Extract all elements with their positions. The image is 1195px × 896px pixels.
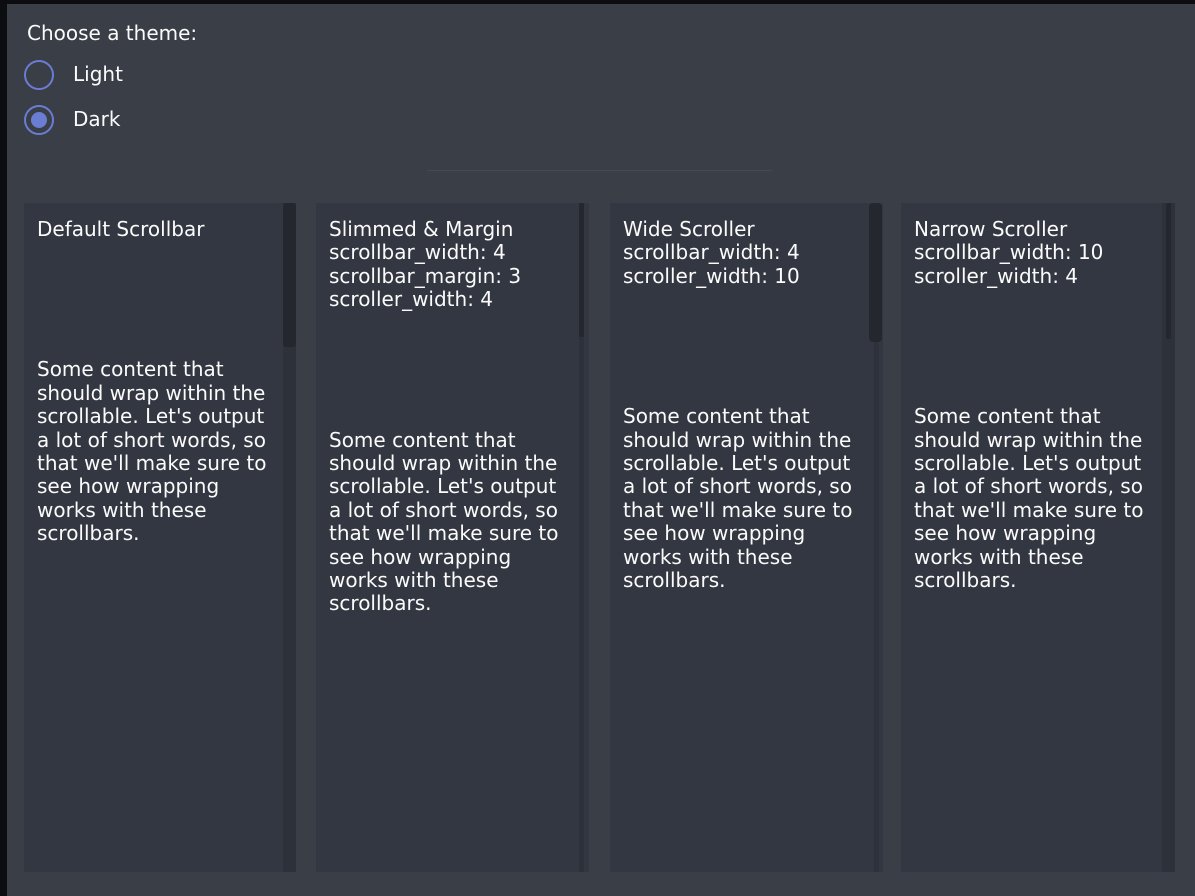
radio-label-light: Light <box>73 63 123 86</box>
panel-header: Default Scrollbar <box>37 218 281 241</box>
panel-header: Wide Scroller scrollbar_width: 4 scrolle… <box>623 218 867 288</box>
panel-param: scrollbar_width: 4 <box>329 241 573 264</box>
panel-title: Default Scrollbar <box>37 218 281 241</box>
radio-circle-icon[interactable] <box>24 60 54 90</box>
panel-param: scroller_width: 10 <box>623 265 867 288</box>
panel-param: scroller_width: 4 <box>914 265 1158 288</box>
radio-dot-unselected <box>31 67 47 83</box>
scrollbar-thumb[interactable] <box>1166 203 1171 339</box>
scrollable-panel-narrow-scroller[interactable]: Narrow Scroller scrollbar_width: 10 scro… <box>901 203 1175 872</box>
scrollable-panel-default[interactable]: Default Scrollbar Some content that shou… <box>24 203 296 872</box>
radio-option-dark[interactable]: Dark <box>24 105 120 135</box>
radio-circle-icon[interactable] <box>24 105 54 135</box>
scrollbar-thumb[interactable] <box>283 203 296 347</box>
panel-header: Narrow Scroller scrollbar_width: 10 scro… <box>914 218 1158 288</box>
panel-param: scroller_width: 4 <box>329 288 573 311</box>
panel-title: Slimmed & Margin <box>329 218 573 241</box>
radio-option-light[interactable]: Light <box>24 60 123 90</box>
scrollbar-thumb[interactable] <box>579 203 584 337</box>
theme-chooser-label: Choose a theme: <box>27 22 197 45</box>
vertical-spacer <box>37 241 296 358</box>
panel-body-text: Some content that should wrap within the… <box>914 405 1158 592</box>
vertical-spacer <box>623 288 883 405</box>
scrollbar-thumb[interactable] <box>869 203 882 342</box>
vertical-spacer <box>329 312 589 429</box>
panel-title: Wide Scroller <box>623 218 867 241</box>
scrollable-panel-slimmed[interactable]: Slimmed & Margin scrollbar_width: 4 scro… <box>316 203 589 872</box>
panel-header: Slimmed & Margin scrollbar_width: 4 scro… <box>329 218 573 312</box>
radio-dot-selected <box>31 112 47 128</box>
vertical-spacer <box>914 288 1175 405</box>
scrollable-panel-wide-scroller[interactable]: Wide Scroller scrollbar_width: 4 scrolle… <box>610 203 883 872</box>
panel-title: Narrow Scroller <box>914 218 1158 241</box>
panel-body-text: Some content that should wrap within the… <box>37 358 281 545</box>
panel-param: scrollbar_margin: 3 <box>329 265 573 288</box>
panel-body-text: Some content that should wrap within the… <box>329 429 573 616</box>
panel-param: scrollbar_width: 4 <box>623 241 867 264</box>
radio-label-dark: Dark <box>73 108 120 131</box>
panel-body-text: Some content that should wrap within the… <box>623 405 867 592</box>
horizontal-rule <box>427 170 772 171</box>
app-window: Choose a theme: Light Dark Default Scrol… <box>0 0 1195 896</box>
panel-param: scrollbar_width: 10 <box>914 241 1158 264</box>
